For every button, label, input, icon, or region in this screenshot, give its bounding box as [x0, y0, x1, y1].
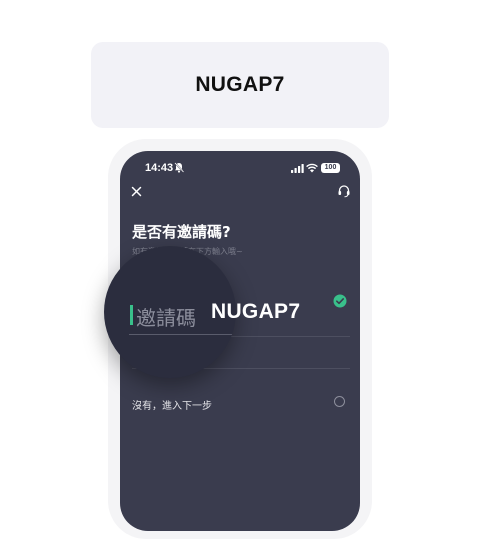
invite-code-value: NUGAP7	[211, 300, 301, 323]
text-cursor	[130, 305, 133, 325]
status-bar: 14:43 100	[120, 151, 360, 185]
page-title: 是否有邀請碼?	[132, 223, 231, 241]
skip-option-radio[interactable]	[334, 396, 345, 407]
skip-option-label[interactable]: 沒有，進入下一步	[132, 397, 212, 412]
input-underline	[129, 334, 236, 335]
support-icon[interactable]	[337, 184, 351, 198]
status-time: 14:43	[145, 162, 174, 174]
close-icon[interactable]	[131, 186, 142, 197]
invite-code-card: NUGAP7	[91, 42, 389, 128]
wifi-icon	[306, 163, 318, 173]
invite-code-display: NUGAP7	[195, 73, 285, 96]
battery-indicator: 100	[321, 163, 340, 173]
signal-icon	[291, 164, 304, 173]
check-icon	[333, 294, 347, 308]
mute-icon	[174, 162, 184, 173]
invite-code-input[interactable]: 邀請碼	[136, 302, 196, 331]
